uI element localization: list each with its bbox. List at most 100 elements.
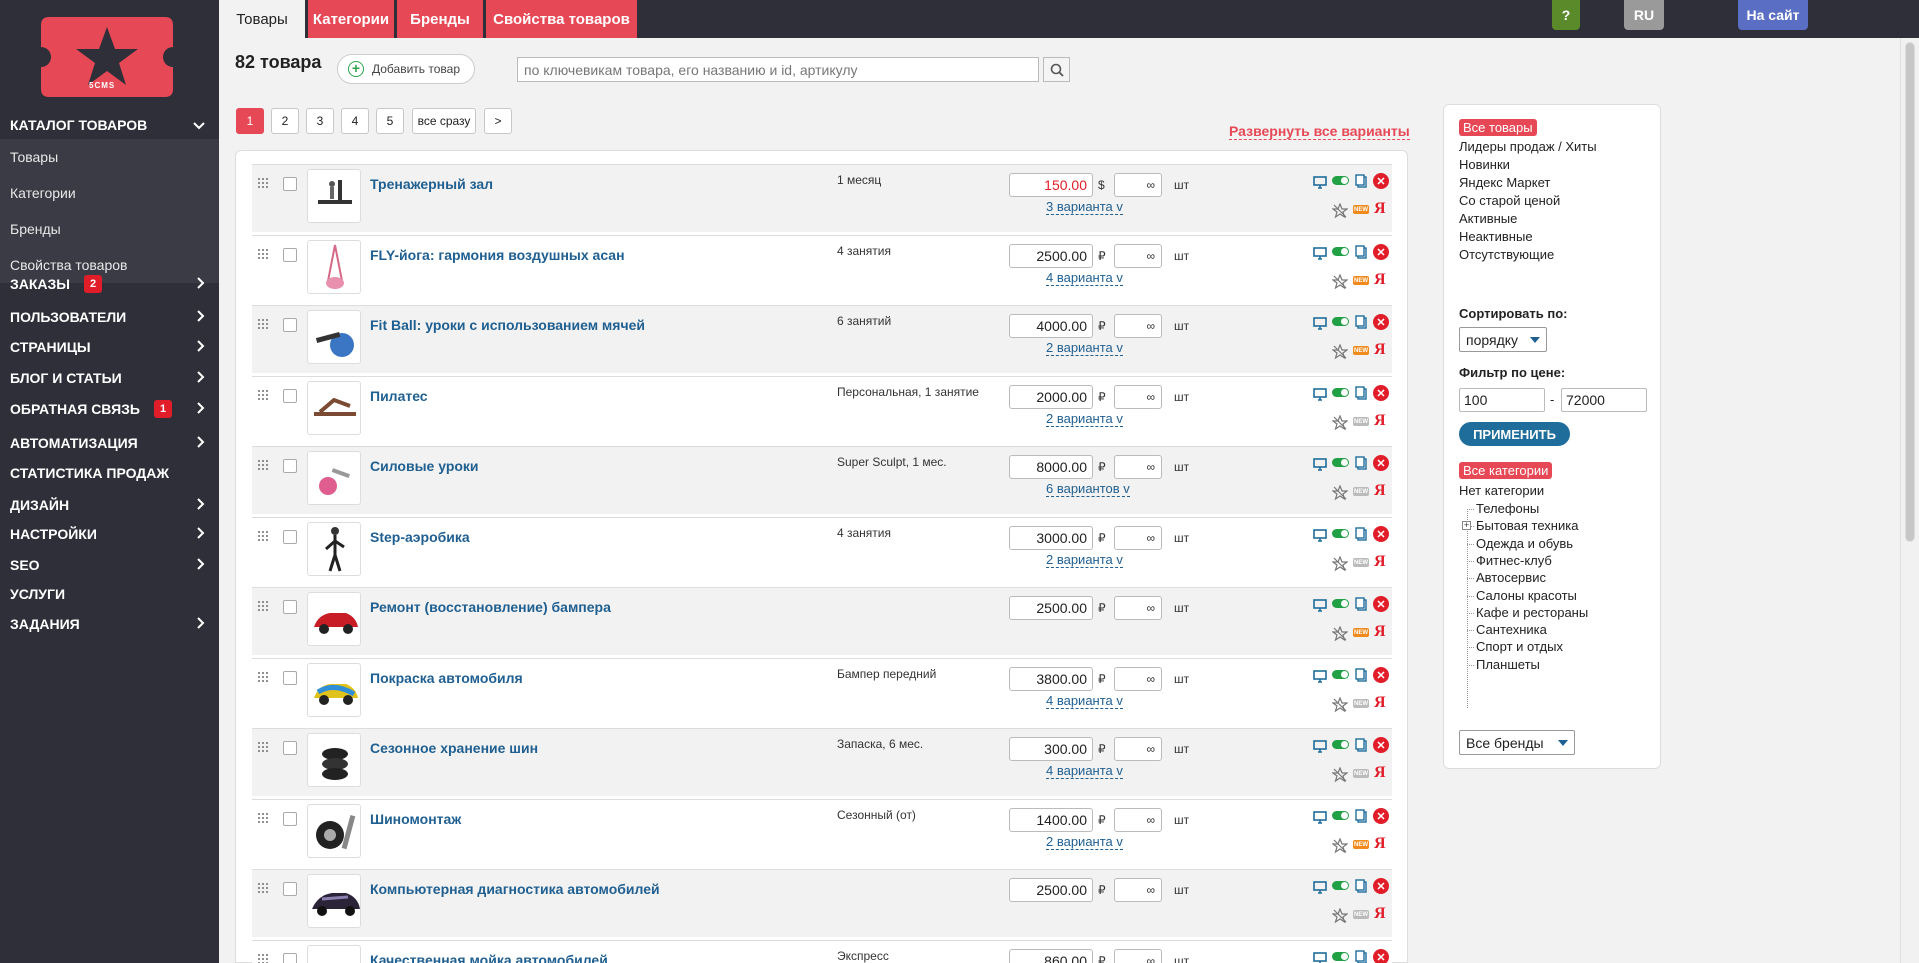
sidebar-item-5[interactable]: АВТОМАТИЗАЦИЯ xyxy=(0,430,219,456)
featured-star-icon[interactable] xyxy=(1331,202,1349,219)
variants-toggle-link[interactable]: 2 варианта v xyxy=(1046,341,1123,356)
category-tree-item[interactable]: Автосервис xyxy=(1467,570,1546,585)
drag-handle-icon[interactable] xyxy=(257,318,269,330)
product-thumbnail[interactable] xyxy=(307,592,361,646)
featured-star-icon[interactable] xyxy=(1331,766,1349,783)
variants-toggle-link[interactable]: 6 вариантов v xyxy=(1046,482,1130,497)
price-to-input[interactable]: 72000 xyxy=(1561,388,1647,412)
product-thumbnail[interactable] xyxy=(307,663,361,717)
drag-handle-icon[interactable] xyxy=(257,671,269,683)
row-checkbox[interactable] xyxy=(283,177,297,191)
drag-handle-icon[interactable] xyxy=(257,459,269,471)
toggle-icon[interactable] xyxy=(1332,388,1349,397)
monitor-icon[interactable] xyxy=(1312,738,1328,754)
toggle-icon[interactable] xyxy=(1332,670,1349,679)
delete-icon[interactable]: ✕ xyxy=(1373,173,1389,189)
stock-input[interactable]: ∞ xyxy=(1114,526,1162,550)
delete-icon[interactable]: ✕ xyxy=(1373,667,1389,683)
category-tree-item[interactable]: Кафе и рестораны xyxy=(1466,605,1588,620)
toggle-icon[interactable] xyxy=(1332,952,1349,961)
yandex-market-icon[interactable]: Я xyxy=(1374,482,1390,499)
delete-icon[interactable]: ✕ xyxy=(1373,314,1389,330)
product-thumbnail[interactable] xyxy=(307,169,361,223)
toggle-icon[interactable] xyxy=(1332,740,1349,749)
product-thumbnail[interactable] xyxy=(307,804,361,858)
page-button[interactable]: 5 xyxy=(376,108,404,134)
row-checkbox[interactable] xyxy=(283,389,297,403)
featured-star-icon[interactable] xyxy=(1331,484,1349,501)
featured-star-icon[interactable] xyxy=(1331,555,1349,572)
drag-handle-icon[interactable] xyxy=(257,177,269,189)
search-input[interactable] xyxy=(517,57,1039,82)
filter-option[interactable]: Новинки xyxy=(1459,157,1510,172)
product-thumbnail[interactable] xyxy=(307,451,361,505)
row-checkbox[interactable] xyxy=(283,600,297,614)
sidebar-item-3[interactable]: БЛОГ И СТАТЬИ xyxy=(0,365,219,391)
drag-handle-icon[interactable] xyxy=(257,812,269,824)
monitor-icon[interactable] xyxy=(1312,174,1328,190)
sidebar-item-4[interactable]: ОБРАТНАЯ СВЯЗЬ 1 xyxy=(0,396,219,422)
logo[interactable]: 5CMS xyxy=(41,17,173,97)
toggle-icon[interactable] xyxy=(1332,458,1349,467)
catalog-menu-header[interactable]: КАТАЛОГ ТОВАРОВ xyxy=(0,112,219,138)
toggle-icon[interactable] xyxy=(1332,881,1349,890)
toggle-icon[interactable] xyxy=(1332,529,1349,538)
sort-select[interactable]: порядку xyxy=(1459,327,1547,352)
filter-option[interactable]: Со старой ценой xyxy=(1459,193,1560,208)
drag-handle-icon[interactable] xyxy=(257,530,269,542)
new-badge-icon[interactable]: NEW xyxy=(1353,769,1369,778)
product-thumbnail[interactable] xyxy=(307,310,361,364)
featured-star-icon[interactable] xyxy=(1331,625,1349,642)
row-checkbox[interactable] xyxy=(283,248,297,262)
toggle-icon[interactable] xyxy=(1332,599,1349,608)
category-tree-item[interactable]: Бытовая техника xyxy=(1466,518,1578,533)
product-thumbnail[interactable] xyxy=(307,381,361,435)
price-input[interactable]: 3800.00 xyxy=(1009,667,1093,691)
product-name-link[interactable]: Пилатес xyxy=(370,388,428,404)
expand-plus-icon[interactable]: + xyxy=(1462,521,1471,531)
monitor-icon[interactable] xyxy=(1312,668,1328,684)
row-checkbox[interactable] xyxy=(283,671,297,685)
sidebar-item-brands[interactable]: Бренды xyxy=(0,211,219,247)
delete-icon[interactable]: ✕ xyxy=(1373,455,1389,471)
filter-option[interactable]: Яндекс Маркет xyxy=(1459,175,1550,190)
monitor-icon[interactable] xyxy=(1312,315,1328,331)
drag-handle-icon[interactable] xyxy=(257,600,269,612)
category-tree-item[interactable]: Салоны красоты xyxy=(1467,588,1577,603)
row-checkbox[interactable] xyxy=(283,741,297,755)
category-tree-item[interactable]: Сантехника xyxy=(1467,622,1547,637)
delete-icon[interactable]: ✕ xyxy=(1373,808,1389,824)
copy-icon[interactable] xyxy=(1353,667,1369,683)
price-input[interactable]: 2500.00 xyxy=(1009,878,1093,902)
yandex-market-icon[interactable]: Я xyxy=(1374,412,1390,429)
featured-star-icon[interactable] xyxy=(1331,837,1349,854)
price-input[interactable]: 3000.00 xyxy=(1009,526,1093,550)
stock-input[interactable]: ∞ xyxy=(1114,314,1162,338)
yandex-market-icon[interactable]: Я xyxy=(1374,623,1390,640)
filter-option[interactable]: Активные xyxy=(1459,211,1517,226)
price-input[interactable]: 1400.00 xyxy=(1009,808,1093,832)
monitor-icon[interactable] xyxy=(1312,527,1328,543)
row-checkbox[interactable] xyxy=(283,953,297,963)
new-badge-icon[interactable]: NEW xyxy=(1353,205,1369,214)
new-badge-icon[interactable]: NEW xyxy=(1353,628,1369,637)
price-input[interactable]: 2500.00 xyxy=(1009,596,1093,620)
price-input[interactable]: 2000.00 xyxy=(1009,385,1093,409)
drag-handle-icon[interactable] xyxy=(257,741,269,753)
yandex-market-icon[interactable]: Я xyxy=(1374,553,1390,570)
product-name-link[interactable]: FLY-йога: гармония воздушных асан xyxy=(370,247,625,263)
price-input[interactable]: 150.00 xyxy=(1009,173,1093,197)
sidebar-item-products[interactable]: Товары xyxy=(0,139,219,175)
price-input[interactable]: 4000.00 xyxy=(1009,314,1093,338)
sidebar-item-11[interactable]: ЗАДАНИЯ xyxy=(0,611,219,637)
monitor-icon[interactable] xyxy=(1312,456,1328,472)
sidebar-item-10[interactable]: УСЛУГИ xyxy=(0,581,219,607)
featured-star-icon[interactable] xyxy=(1331,273,1349,290)
add-product-button[interactable]: + Добавить товар xyxy=(337,54,475,84)
filter-option[interactable]: Лидеры продаж / Хиты xyxy=(1459,139,1597,154)
stock-input[interactable]: ∞ xyxy=(1114,244,1162,268)
page-button[interactable]: 1 xyxy=(236,108,264,134)
tab-brands[interactable]: Бренды xyxy=(397,0,483,38)
delete-icon[interactable]: ✕ xyxy=(1373,596,1389,612)
tab-features[interactable]: Свойства товаров xyxy=(486,0,637,38)
